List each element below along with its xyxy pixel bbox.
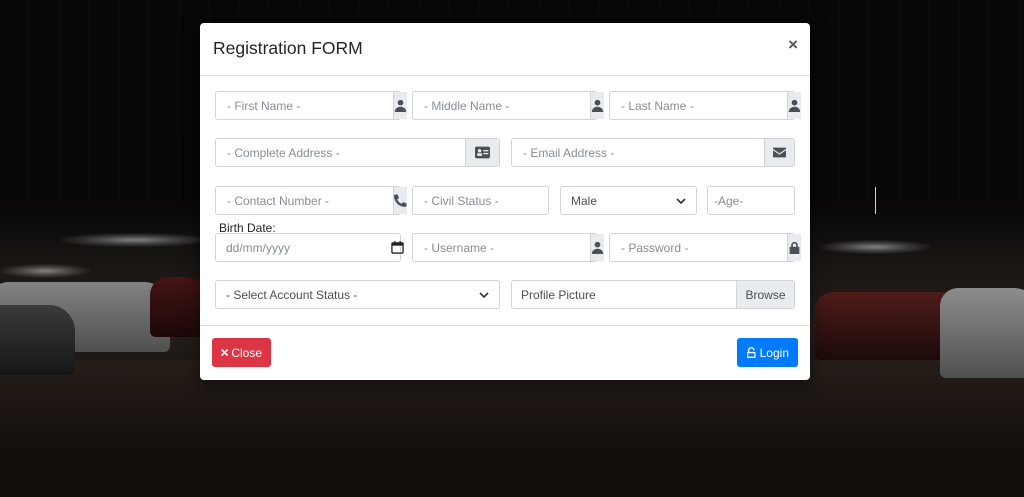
middle-name-group bbox=[412, 91, 604, 120]
lock-icon bbox=[787, 234, 801, 261]
login-button[interactable]: Login bbox=[737, 338, 798, 367]
profile-picture-group[interactable]: Profile Picture Browse bbox=[511, 280, 795, 309]
email-input[interactable] bbox=[512, 139, 764, 166]
email-group bbox=[511, 138, 795, 167]
civil-status-group bbox=[412, 186, 604, 215]
account-status-select[interactable]: - Select Account Status - bbox=[215, 280, 500, 309]
modal-footer: Close Login bbox=[200, 325, 810, 380]
gender-select[interactable]: Male bbox=[560, 186, 697, 215]
unlock-icon bbox=[747, 347, 756, 358]
username-group bbox=[412, 233, 604, 262]
times-icon bbox=[221, 348, 229, 357]
contact-group bbox=[215, 186, 407, 215]
registration-modal: Registration FORM × - First Name - - Mid… bbox=[200, 23, 876, 380]
birth-date-input[interactable] bbox=[216, 234, 391, 261]
user-icon bbox=[393, 92, 407, 119]
user-icon bbox=[787, 92, 801, 119]
last-name-group bbox=[609, 91, 801, 120]
first-name-input[interactable] bbox=[216, 92, 393, 119]
age-input[interactable] bbox=[708, 187, 875, 214]
browse-button[interactable]: Browse bbox=[736, 281, 794, 308]
chevron-down-icon bbox=[676, 197, 686, 204]
close-button-label: Close bbox=[231, 345, 262, 360]
contact-input[interactable] bbox=[216, 187, 393, 214]
address-input[interactable] bbox=[216, 139, 465, 166]
login-button-label: Login bbox=[759, 345, 789, 360]
address-group bbox=[215, 138, 500, 167]
profile-picture-label[interactable]: Profile Picture bbox=[512, 281, 736, 308]
age-addon bbox=[875, 187, 876, 214]
close-button[interactable]: Close bbox=[212, 338, 271, 367]
last-name-input[interactable] bbox=[610, 92, 787, 119]
birth-date-group bbox=[215, 233, 415, 262]
modal-header: Registration FORM × bbox=[200, 23, 810, 76]
phone-icon bbox=[393, 187, 407, 214]
calendar-icon[interactable] bbox=[391, 234, 414, 261]
age-group bbox=[707, 186, 876, 215]
username-input[interactable] bbox=[413, 234, 590, 261]
user-icon bbox=[590, 234, 604, 261]
first-name-group bbox=[215, 91, 407, 120]
user-icon bbox=[590, 92, 604, 119]
chevron-down-icon bbox=[479, 291, 489, 298]
address-card-icon bbox=[465, 139, 499, 166]
password-input[interactable] bbox=[610, 234, 787, 261]
middle-name-input[interactable] bbox=[413, 92, 590, 119]
account-status-select-value: - Select Account Status - bbox=[226, 287, 358, 302]
gender-select-value: Male bbox=[571, 193, 598, 208]
close-icon[interactable]: × bbox=[788, 36, 798, 53]
modal-title: Registration FORM bbox=[213, 38, 363, 58]
envelope-icon bbox=[764, 139, 794, 166]
password-group bbox=[609, 233, 801, 262]
